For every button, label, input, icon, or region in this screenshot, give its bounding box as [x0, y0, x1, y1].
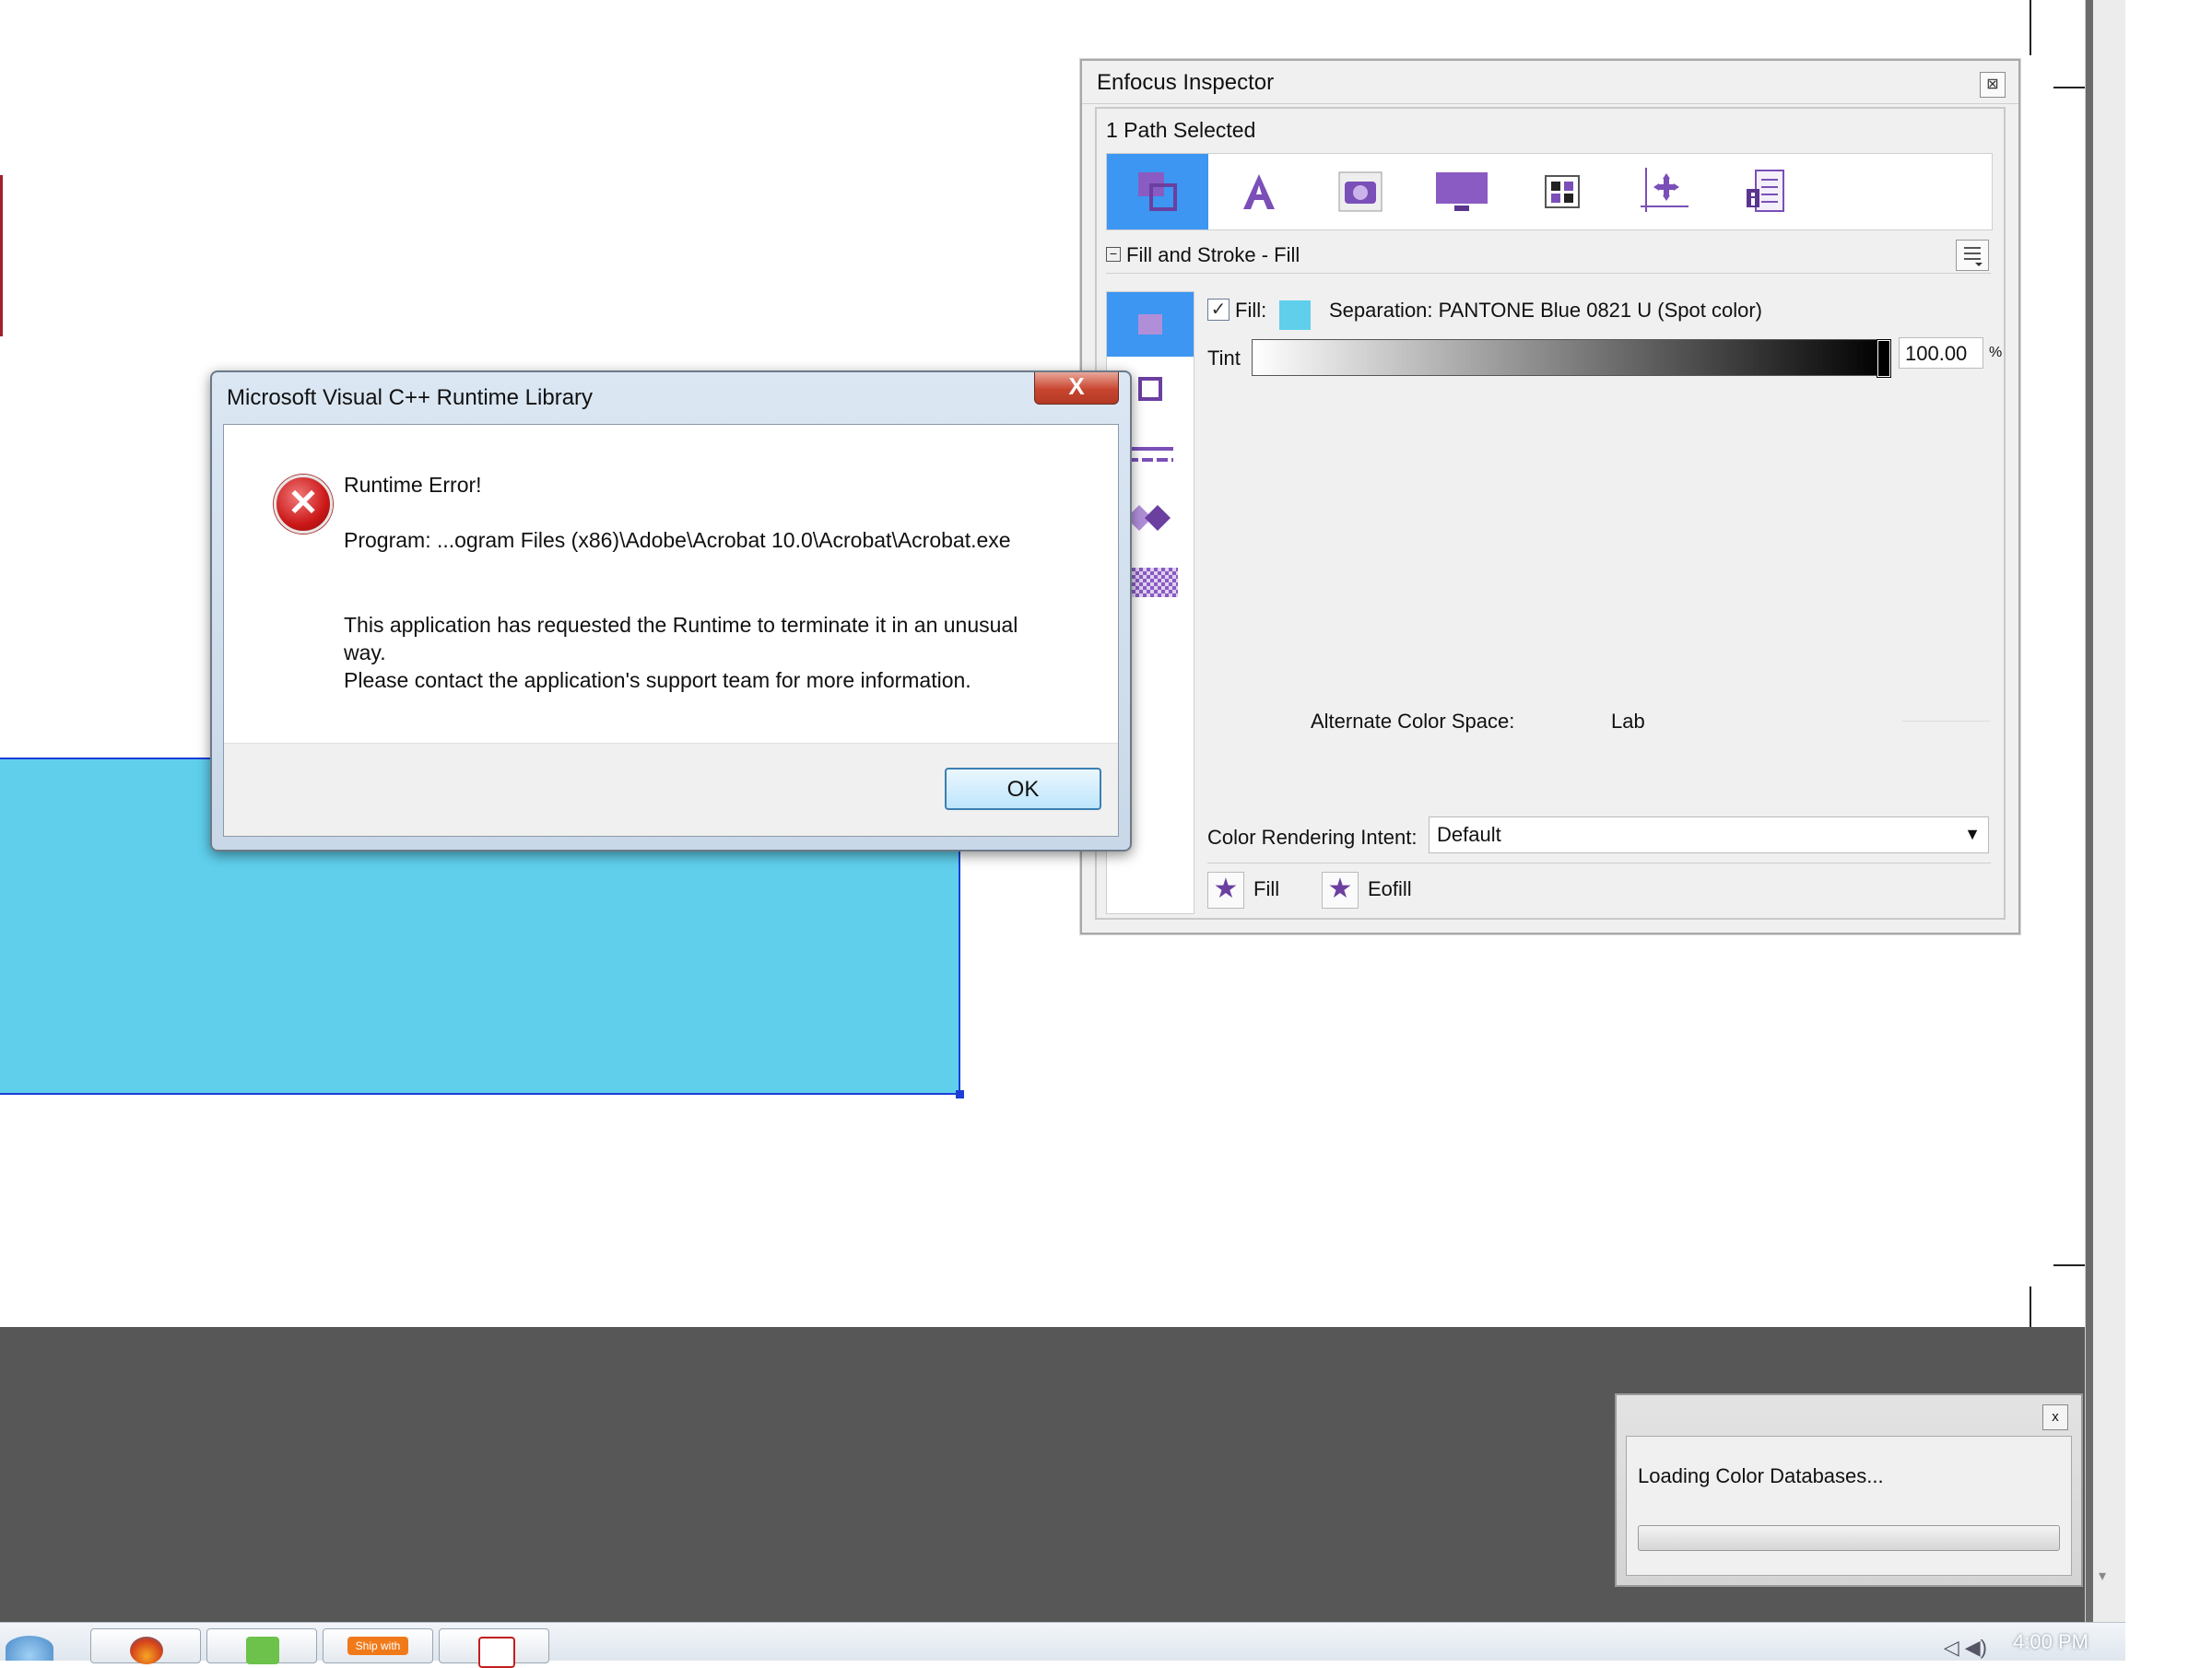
chevron-down-icon: ▼: [1964, 825, 1981, 843]
loading-body: Loading Color Databases...: [1626, 1436, 2072, 1576]
rendering-intent-dropdown[interactable]: Default ▼: [1429, 816, 1989, 853]
fill-color-swatch[interactable]: [1279, 300, 1311, 330]
text-icon: [1243, 174, 1275, 209]
ok-button[interactable]: OK: [945, 768, 1101, 810]
section-label: Fill and Stroke - Fill: [1126, 243, 1300, 266]
inspector-close-icon[interactable]: ⊠: [1980, 72, 2006, 98]
path-selected-status: 1 Path Selected: [1106, 118, 1256, 142]
tint-label: Tint: [1207, 347, 1241, 370]
loading-progress-bar: [1638, 1525, 2060, 1551]
crop-mark: [2030, 0, 2031, 55]
position-icon: [1641, 168, 1688, 212]
star-icon: ★: [1207, 872, 1244, 909]
display-tool[interactable]: [1411, 154, 1512, 229]
document-info-icon: [1747, 170, 1784, 212]
error-heading: Runtime Error!: [344, 473, 482, 497]
dash-lines-icon: [1127, 447, 1173, 462]
taskbar-photos[interactable]: [206, 1628, 317, 1664]
eofill-rule-label: Eofill: [1368, 877, 1412, 900]
tint-percent-label: %: [1989, 345, 2003, 360]
red-path-edge: [0, 175, 3, 336]
dialog-content: ✕ Runtime Error! Program: ...ogram Files…: [223, 424, 1119, 837]
scrollbar-track: [2086, 0, 2093, 1622]
firefox-icon: [130, 1637, 163, 1664]
volume-icon[interactable]: ◁ ◀): [1944, 1636, 1987, 1660]
loading-popup: x Loading Color Databases...: [1615, 1393, 2083, 1587]
rendering-intent-label: Color Rendering Intent:: [1207, 826, 1418, 849]
tint-slider[interactable]: [1252, 339, 1891, 378]
fill-label: Fill:: [1235, 299, 1267, 322]
camera-icon: [1338, 171, 1382, 212]
alternate-color-space-value: Lab: [1611, 710, 1645, 733]
section-menu-button[interactable]: [1956, 240, 1989, 271]
inspector-body: 1 Path Selected − Fill and Stroke - Fill…: [1095, 107, 2006, 920]
tint-value-input[interactable]: 100.00: [1899, 337, 1983, 369]
taskbar-ship-with[interactable]: Ship with: [323, 1628, 433, 1663]
image-tool[interactable]: [1310, 154, 1411, 229]
stroke-square-icon: [1138, 377, 1162, 401]
dialog-footer: OK: [224, 743, 1118, 836]
dialog-close-button[interactable]: X: [1034, 372, 1119, 405]
alternate-color-space-label: Alternate Color Space:: [1311, 710, 1515, 733]
taskbar-firefox[interactable]: [90, 1628, 201, 1664]
error-icon: ✕: [274, 475, 333, 534]
start-orb-icon[interactable]: [6, 1636, 53, 1661]
fill-square-icon: [1138, 314, 1162, 335]
document-info-tool[interactable]: [1715, 154, 1817, 229]
error-message-line: This application has requested the Runti…: [344, 613, 1018, 664]
eofill-rule-button[interactable]: ★ Eofill: [1322, 870, 1441, 909]
dialog-title: Microsoft Visual C++ Runtime Library: [227, 385, 594, 410]
error-message-line: Please contact the application's support…: [344, 668, 971, 692]
rendering-intent-value: Default: [1437, 823, 1501, 846]
crop-mark: [2053, 1264, 2085, 1266]
photos-icon: [246, 1637, 279, 1664]
inspector-tool-row: [1106, 153, 1993, 230]
error-message: This application has requested the Runti…: [344, 611, 1044, 694]
fill-rule-button[interactable]: ★ Fill: [1207, 870, 1309, 909]
separation-name: Separation: PANTONE Blue 0821 U (Spot co…: [1329, 299, 1762, 322]
menu-lines-icon: [1964, 247, 1983, 266]
scroll-down-arrow-icon[interactable]: ▾: [2099, 1567, 2106, 1585]
divider: [1902, 721, 1991, 722]
star-outline-icon: ★: [1322, 872, 1359, 909]
fill-stroke-icon: [1138, 172, 1177, 211]
ship-with-icon: Ship with: [347, 1637, 408, 1655]
error-program-path: Program: ...ogram Files (x86)\Adobe\Acro…: [344, 528, 1011, 552]
position-tool[interactable]: [1614, 154, 1715, 229]
runtime-error-dialog: Microsoft Visual C++ Runtime Library X ✕…: [210, 370, 1132, 852]
loading-close-icon[interactable]: x: [2042, 1404, 2068, 1430]
tint-slider-thumb[interactable]: [1877, 339, 1891, 378]
inspector-title: Enfocus Inspector: [1097, 70, 1275, 95]
loading-text: Loading Color Databases...: [1638, 1464, 1884, 1487]
fill-rule-label: Fill: [1253, 877, 1280, 900]
text-tool[interactable]: [1208, 154, 1310, 229]
taskbar: Ship with ◁ ◀) 4:00 PM: [0, 1622, 2125, 1668]
taskbar-clock[interactable]: 4:00 PM: [2013, 1630, 2088, 1654]
screen-edge: [2125, 0, 2212, 1660]
grid-icon: [1545, 175, 1580, 208]
monitor-icon: [1436, 172, 1488, 211]
selection-handle[interactable]: [956, 1090, 964, 1098]
acrobat-icon: [478, 1637, 515, 1668]
taskbar-acrobat[interactable]: [439, 1628, 549, 1668]
fill-checkbox[interactable]: ✓: [1207, 299, 1230, 321]
collapse-toggle-icon[interactable]: −: [1106, 247, 1121, 262]
prepress-tool[interactable]: [1512, 154, 1614, 229]
fill-mode-button[interactable]: [1107, 292, 1194, 357]
crop-mark: [2053, 87, 2085, 88]
vertical-scrollbar[interactable]: ▾: [2085, 0, 2126, 1622]
fill-stroke-tool[interactable]: [1107, 154, 1208, 229]
fill-stroke-section-header[interactable]: − Fill and Stroke - Fill: [1106, 240, 1991, 274]
enfocus-inspector-panel: Enfocus Inspector ⊠ 1 Path Selected − Fi…: [1080, 59, 2020, 934]
inspector-titlebar[interactable]: Enfocus Inspector ⊠: [1082, 61, 2018, 104]
